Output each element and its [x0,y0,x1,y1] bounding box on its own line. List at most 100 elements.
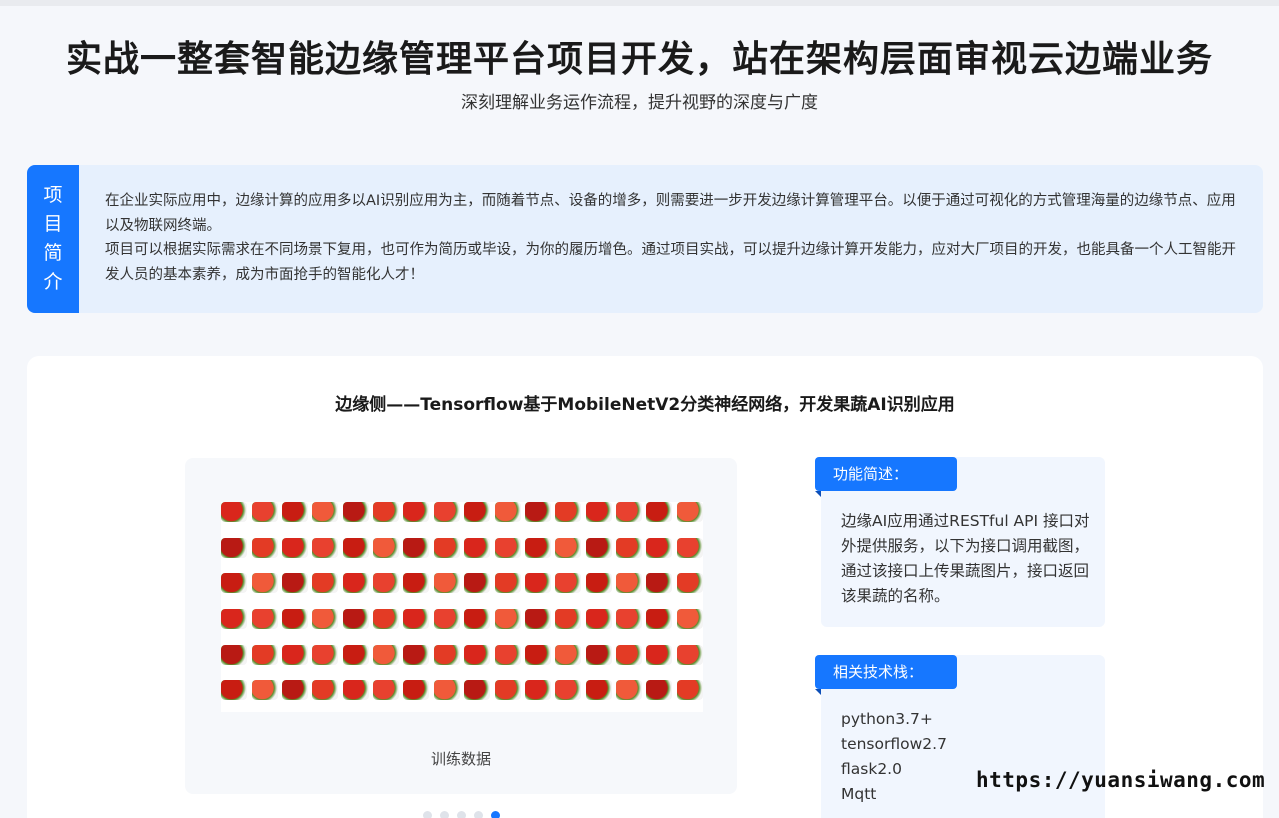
tomato-image [373,644,400,665]
thumbnail [464,608,491,641]
tomato-image [403,573,430,594]
tomato-image [616,502,643,522]
thumbnail [585,608,612,641]
intro-text: 在企业实际应用中，边缘计算的应用多以AI识别应用为主，而随着节点、设备的增多，则… [105,189,1245,287]
carousel-dot[interactable] [423,811,432,818]
watermark: https://yuansiwang.com [976,768,1266,792]
tomato-image [524,502,551,522]
thumbnail [373,502,400,534]
thumbnail [555,502,582,534]
thumbnail [494,573,521,605]
tech-stack-item: tensorflow2.7 [841,735,947,753]
thumbnail [494,502,521,534]
tomato-image [676,573,703,594]
thumbnail [494,680,521,712]
thumbnail [646,644,673,677]
tomato-image [464,537,491,558]
thumbnail [403,680,430,712]
thumbnail [524,573,551,605]
tomato-image [281,573,308,594]
thumbnail [616,537,643,570]
tomato-image [585,573,612,594]
page-title: 实战一整套智能边缘管理平台项目开发，站在架构层面审视云边端业务 [65,39,1213,80]
tomato-image [221,680,248,701]
tomato-image [524,537,551,558]
thumbnail [616,644,643,677]
tomato-image [221,502,248,522]
tomato-image [433,573,460,594]
tomato-image [616,680,643,701]
carousel-dot[interactable] [474,811,483,818]
thumbnail [524,644,551,677]
training-data-image [221,502,703,712]
tomato-image [251,502,278,522]
thumbnail [464,537,491,570]
thumbnail [585,502,612,534]
thumbnail [433,573,460,605]
tomato-image [251,573,278,594]
feature-heading: 功能简述： [815,457,957,497]
intro-tag: 项目简介 [27,165,79,313]
tomato-image [494,573,521,594]
tomato-image [251,644,278,665]
thumbnail [464,573,491,605]
tomato-image [676,680,703,701]
tomato-image [221,573,248,594]
tomato-image [403,502,430,522]
tomato-image [585,537,612,558]
thumbnail [403,608,430,641]
intro-paragraph: 项目可以根据实际需求在不同场景下复用，也可作为简历或毕设，为你的履历增色。通过项… [105,242,1236,283]
carousel-dot[interactable] [491,811,500,818]
thumbnail [342,537,369,570]
tomato-image [342,573,369,594]
thumbnail [524,502,551,534]
thumbnail [433,608,460,641]
tomato-image [221,537,248,558]
tomato-image [464,573,491,594]
thumbnail [616,608,643,641]
tomato-image [221,644,248,665]
tech-stack-panel: 相关技术栈： python3.7+ tensorflow2.7 flask2.0… [815,655,1105,818]
thumbnail [585,573,612,605]
page-subtitle: 深刻理解业务运作流程，提升视野的深度与广度 [461,93,818,113]
thumbnail [312,680,339,712]
thumbnail [312,573,339,605]
tomato-image [312,680,339,701]
thumbnail [281,502,308,534]
tomato-image [555,644,582,665]
intro-paragraph: 在企业实际应用中，边缘计算的应用多以AI识别应用为主，而随着节点、设备的增多，则… [105,193,1236,234]
thumbnail [251,502,278,534]
carousel-dots [423,811,500,818]
tomato-image [464,502,491,522]
carousel-caption: 训练数据 [430,750,491,768]
thumbnail [251,537,278,570]
tomato-image [403,680,430,701]
thumbnail [342,573,369,605]
carousel-dot[interactable] [457,811,466,818]
thumbnail [281,680,308,712]
thumbnail [676,608,703,641]
tomato-image [433,644,460,665]
thumbnail [676,644,703,677]
carousel-dot[interactable] [440,811,449,818]
thumbnail [616,502,643,534]
thumbnail [251,680,278,712]
top-bar [0,0,1279,6]
thumbnail [433,644,460,677]
thumbnail [524,537,551,570]
tomato-image [646,502,673,522]
tomato-image [524,644,551,665]
thumbnail [373,644,400,677]
image-carousel[interactable]: 训练数据 [185,458,737,794]
thumbnail [646,573,673,605]
tomato-image [494,644,521,665]
thumbnail [373,608,400,641]
thumbnail [616,573,643,605]
thumbnail [555,644,582,677]
thumbnail [494,537,521,570]
tomato-image [585,608,612,629]
feature-description: 边缘AI应用通过RESTful API 接口对外提供服务，以下为接口调用截图，通… [841,512,1090,605]
thumbnail [221,680,248,712]
tomato-image [433,537,460,558]
tomato-image [433,502,460,522]
